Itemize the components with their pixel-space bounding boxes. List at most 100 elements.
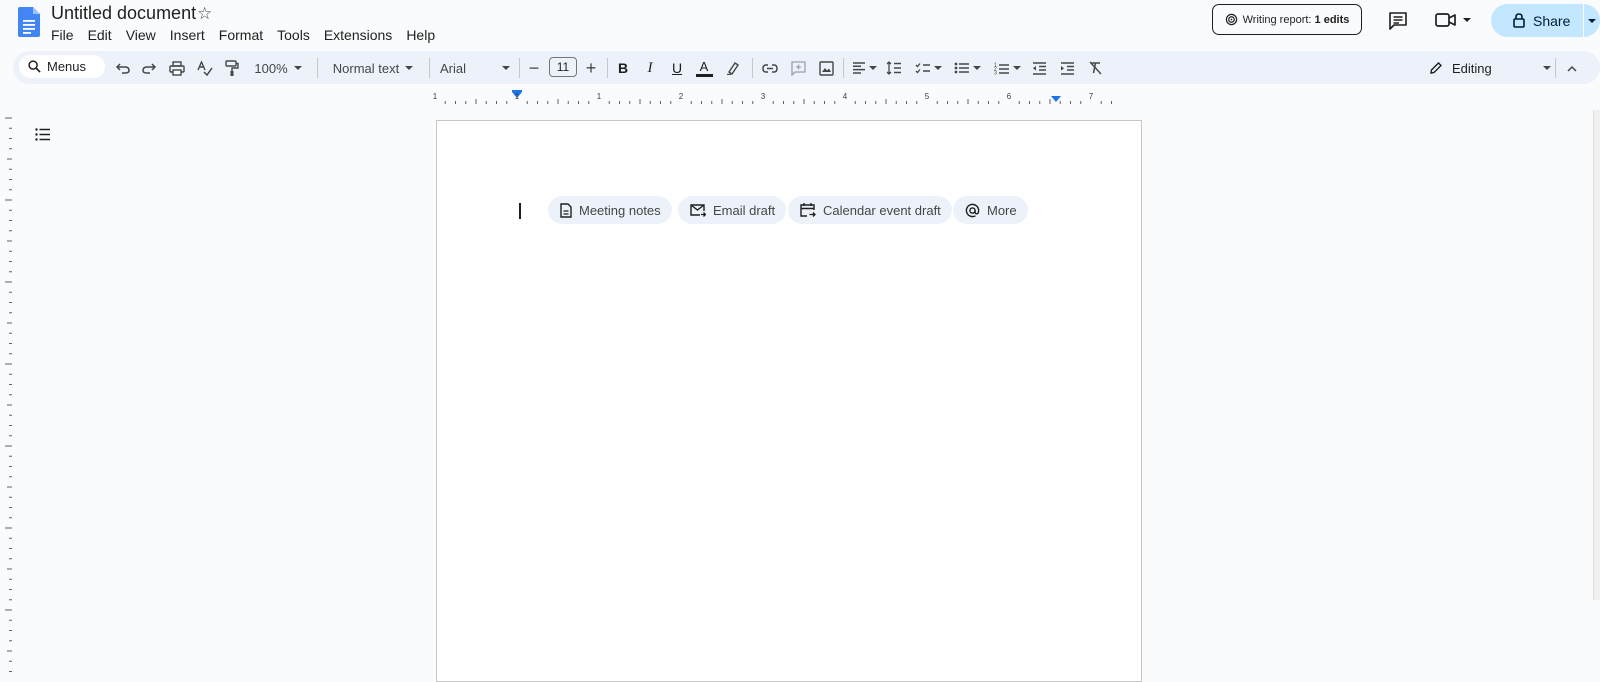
chip-label: Meeting notes — [579, 202, 661, 218]
share-label: Share — [1533, 12, 1571, 29]
chevron-down-icon — [1543, 66, 1551, 70]
video-camera-icon — [1435, 13, 1456, 27]
vertical-scrollbar[interactable] — [1593, 110, 1600, 600]
align-select[interactable] — [849, 58, 879, 78]
style-select[interactable]: Normal text — [327, 58, 419, 78]
document-title[interactable]: Untitled document — [51, 3, 196, 24]
line-spacing-icon[interactable] — [884, 58, 904, 78]
chip-label: Calendar event draft — [823, 202, 941, 218]
menu-view[interactable]: View — [119, 25, 163, 45]
checklist-select[interactable] — [911, 58, 945, 78]
separator — [317, 58, 318, 78]
menu-tools[interactable]: Tools — [270, 25, 317, 45]
ruler-label: 5 — [925, 92, 930, 101]
redo-icon[interactable] — [139, 58, 159, 78]
zoom-select[interactable]: 100% — [250, 58, 306, 78]
menu-help[interactable]: Help — [399, 25, 442, 45]
meeting-notes-chip[interactable]: Meeting notes — [548, 196, 672, 224]
share-dropdown[interactable] — [1584, 18, 1600, 23]
menu-bar: File Edit View Insert Format Tools Exten… — [44, 25, 442, 45]
writing-report-label: Writing report: — [1242, 13, 1315, 26]
ruler-label: 6 — [1007, 92, 1012, 101]
svg-text:3: 3 — [994, 70, 997, 75]
editing-mode-label: Editing — [1452, 60, 1492, 76]
chevron-down-icon — [502, 66, 510, 70]
collapse-toolbar-icon[interactable] — [1562, 58, 1582, 78]
separator — [429, 58, 430, 78]
increase-font-size-icon[interactable]: + — [583, 58, 599, 78]
text-cursor — [519, 203, 521, 219]
chevron-down-icon — [933, 66, 942, 70]
ruler-label: 4 — [843, 92, 848, 101]
vertical-ruler[interactable] — [0, 110, 12, 676]
font-select[interactable]: Arial — [440, 58, 510, 78]
more-chip[interactable]: More — [953, 196, 1028, 224]
right-indent-marker[interactable] — [1051, 96, 1061, 102]
calendar-event-draft-chip[interactable]: Calendar event draft — [788, 196, 952, 224]
search-icon — [28, 60, 41, 73]
align-left-icon — [852, 62, 865, 74]
text-color-icon[interactable]: A — [694, 58, 714, 78]
underline-icon[interactable]: U — [667, 58, 687, 78]
lock-icon — [1513, 13, 1525, 28]
email-icon — [690, 203, 706, 217]
font-size-input[interactable]: 11 — [549, 57, 577, 77]
undo-icon[interactable] — [113, 58, 133, 78]
writing-report-button[interactable]: Writing report: 1 edits — [1212, 4, 1362, 35]
paint-format-icon[interactable] — [222, 58, 242, 78]
ruler-label: 1 — [597, 92, 602, 101]
document-outline-icon[interactable] — [35, 128, 51, 141]
print-icon[interactable] — [167, 58, 187, 78]
menus-search-button[interactable]: Menus — [19, 55, 105, 78]
menu-format[interactable]: Format — [212, 25, 270, 45]
menu-extensions[interactable]: Extensions — [317, 25, 399, 45]
bold-icon[interactable]: B — [613, 58, 633, 78]
ruler-label: 1 — [433, 92, 438, 101]
separator — [843, 58, 844, 78]
chevron-down-icon — [868, 66, 877, 70]
italic-icon[interactable]: I — [640, 58, 660, 78]
decrease-indent-icon[interactable] — [1029, 58, 1049, 78]
clear-formatting-icon[interactable] — [1085, 58, 1105, 78]
ruler-label: 3 — [761, 92, 766, 101]
writing-report-icon — [1225, 13, 1237, 26]
font-value: Arial — [440, 60, 467, 76]
link-icon[interactable] — [759, 58, 781, 78]
add-comment-icon[interactable] — [788, 58, 808, 78]
separator — [752, 58, 753, 78]
menu-file[interactable]: File — [44, 25, 81, 45]
document-icon — [560, 202, 572, 218]
ruler-label: 7 — [1089, 92, 1094, 101]
chevron-down-icon — [405, 66, 414, 70]
email-draft-chip[interactable]: Email draft — [678, 196, 787, 224]
docs-logo-icon[interactable] — [18, 7, 40, 37]
checklist-icon — [915, 63, 930, 74]
zoom-value: 100% — [254, 60, 288, 76]
chevron-down-icon — [1012, 66, 1021, 70]
chevron-down-icon — [972, 66, 981, 70]
numbered-list-select[interactable]: 123 — [990, 58, 1024, 78]
writing-report-count: 1 edits — [1314, 13, 1350, 26]
chevron-down-icon — [1463, 18, 1471, 22]
ruler-label: 2 — [679, 92, 684, 101]
comments-icon[interactable] — [1388, 11, 1408, 31]
horizontal-ruler[interactable]: 1 1 1 2 3 4 5 6 7 — [432, 90, 1141, 104]
decrease-font-size-icon[interactable]: − — [526, 58, 542, 78]
menu-edit[interactable]: Edit — [81, 25, 119, 45]
menu-insert[interactable]: Insert — [163, 25, 212, 45]
highlight-icon[interactable] — [723, 58, 743, 78]
style-value: Normal text — [332, 60, 400, 76]
meet-button[interactable] — [1435, 11, 1471, 29]
menus-search-label: Menus — [47, 59, 87, 74]
editing-mode-select[interactable]: Editing — [1429, 58, 1551, 78]
star-icon[interactable]: ☆ — [197, 4, 212, 24]
bulleted-list-icon — [954, 62, 969, 74]
insert-image-icon[interactable] — [816, 58, 836, 78]
numbered-list-icon: 123 — [994, 62, 1009, 75]
pencil-icon — [1430, 62, 1442, 74]
bulleted-list-select[interactable] — [950, 58, 984, 78]
spellcheck-icon[interactable] — [195, 58, 215, 78]
chip-label: More — [987, 202, 1017, 218]
increase-indent-icon[interactable] — [1057, 58, 1077, 78]
share-button[interactable]: Share — [1491, 4, 1600, 37]
